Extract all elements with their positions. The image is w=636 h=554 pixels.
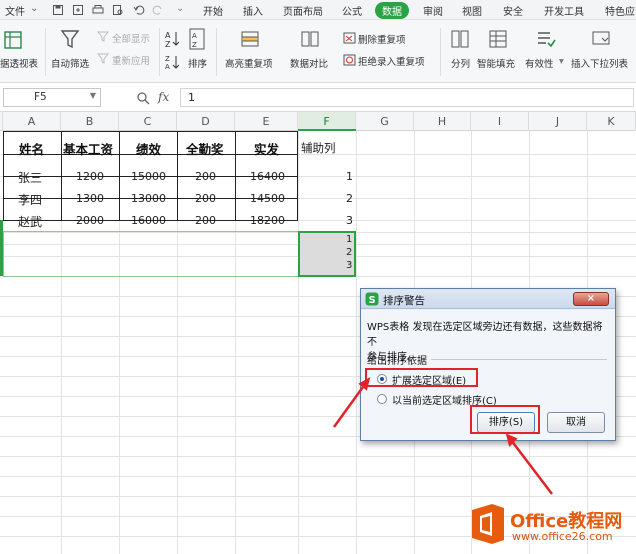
office-logo-icon bbox=[472, 504, 504, 544]
watermark-url: www.office26.com bbox=[512, 530, 613, 543]
annotation-arrows bbox=[332, 376, 553, 495]
annotation-arrow-icon bbox=[507, 435, 553, 495]
